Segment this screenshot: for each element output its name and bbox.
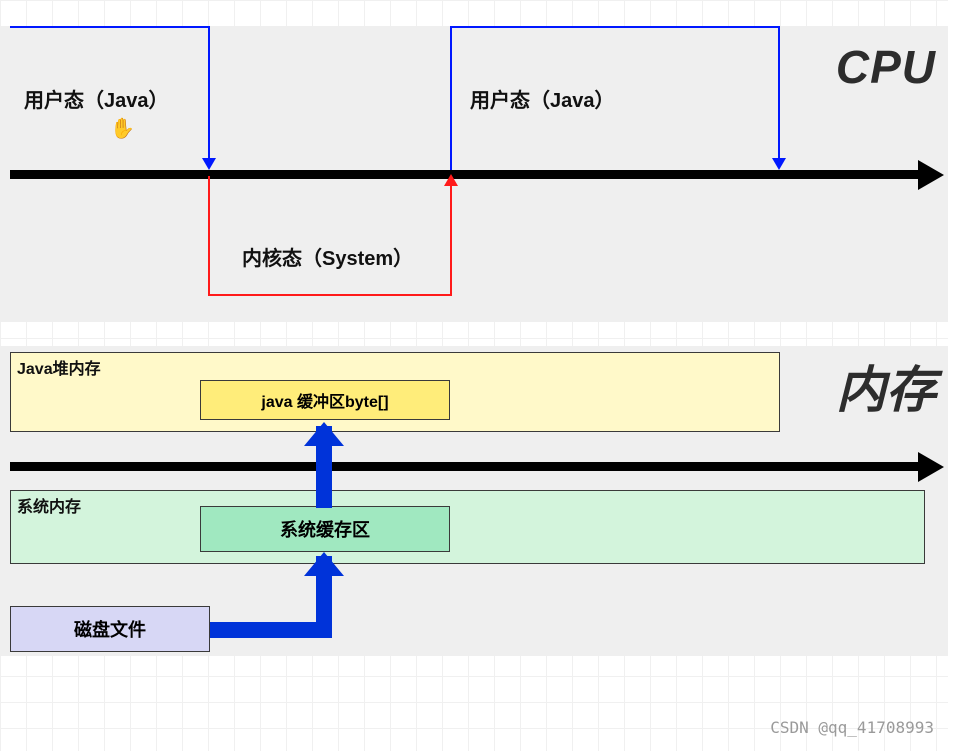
hand-cursor-icon: ✋ [110, 116, 135, 141]
disk-file-label: 磁盘文件 [74, 616, 146, 642]
java-buffer-label: java 缓冲区byte[] [261, 388, 388, 412]
memory-timeline-arrow [10, 462, 920, 471]
right-crop-edge [948, 0, 954, 751]
kernel-left-line [208, 176, 210, 296]
kernel-bottom-line [208, 294, 452, 296]
memory-panel: 内存 Java堆内存 java 缓冲区byte[] 系统内存 系统缓存区 磁盘文… [0, 346, 954, 656]
java-buffer-box: java 缓冲区byte[] [200, 380, 450, 420]
user1-down-arrow [208, 26, 210, 168]
flow-disk-horizontal [210, 622, 332, 638]
system-memory-label: 系统内存 [17, 493, 81, 517]
system-buffer-box: 系统缓存区 [200, 506, 450, 552]
user2-right-down-arrow [778, 26, 780, 168]
user-state-2-label: 用户态（Java） [470, 84, 615, 113]
flow-disk-to-sys-arrow [316, 556, 332, 638]
user1-top-line [10, 26, 210, 28]
system-buffer-label: 系统缓存区 [280, 516, 370, 542]
flow-sys-to-heap-arrow [316, 426, 332, 508]
system-memory-box: 系统内存 [10, 490, 925, 564]
cpu-timeline-arrow [10, 170, 920, 179]
watermark-text: CSDN @qq_41708993 [770, 718, 934, 737]
kernel-up-arrow [450, 176, 452, 296]
cpu-title: CPU [836, 40, 936, 94]
user2-left-down [450, 26, 452, 170]
disk-file-box: 磁盘文件 [10, 606, 210, 652]
user2-top-line [450, 26, 780, 28]
memory-title: 内存 [836, 350, 936, 422]
user-state-1-label: 用户态（Java） [24, 84, 169, 113]
java-heap-label: Java堆内存 [17, 355, 101, 379]
cpu-panel: CPU 用户态（Java） ✋ 内核态（System） /* local ove… [0, 26, 954, 322]
kernel-state-label: 内核态（System） [242, 242, 413, 271]
